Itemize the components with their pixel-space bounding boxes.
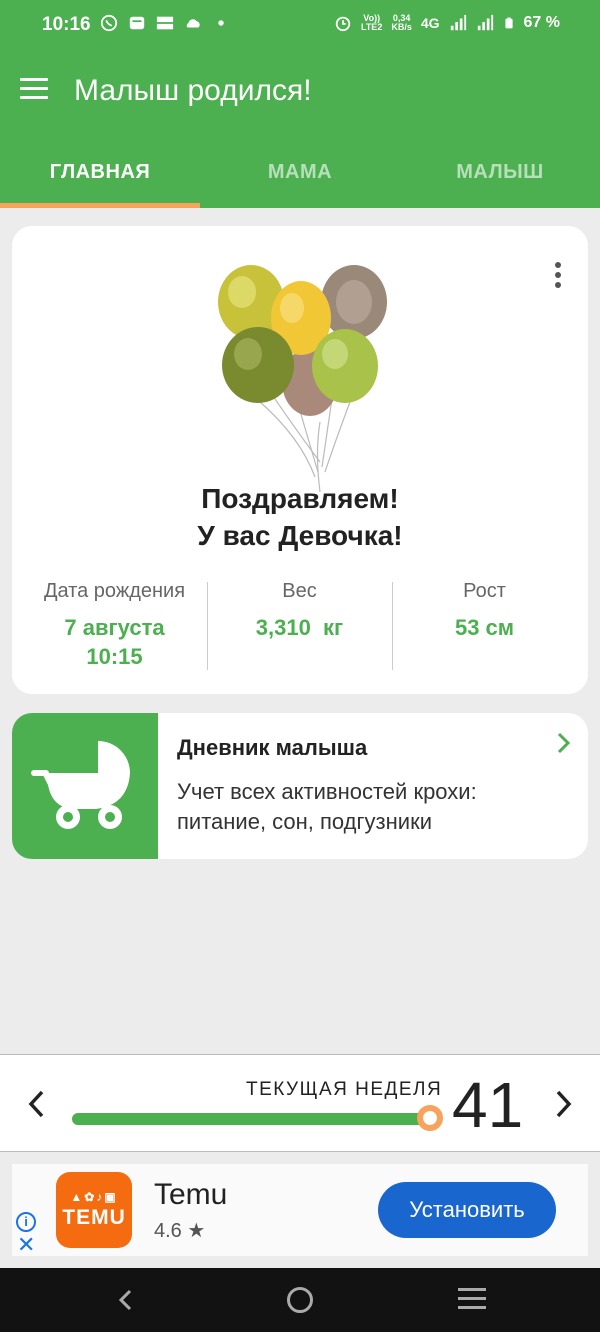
tab-main[interactable]: ГЛАВНАЯ bbox=[0, 136, 200, 208]
signal-icon bbox=[450, 14, 466, 31]
more-vert-icon[interactable] bbox=[550, 262, 566, 290]
week-number: 41 bbox=[452, 1069, 524, 1141]
temu-logo-glyphs: ▲✿♪▣ bbox=[70, 1190, 118, 1204]
diary-icon-box bbox=[12, 713, 158, 859]
congrats-line-2: У вас Девочка! bbox=[197, 520, 403, 551]
current-week-bar: ТЕКУЩАЯ НЕДЕЛЯ 41 bbox=[0, 1054, 600, 1152]
nav-home-icon[interactable] bbox=[287, 1287, 313, 1313]
tab-baby[interactable]: МАЛЫШ bbox=[400, 136, 600, 208]
stat-weight: Вес 3,310 кг bbox=[207, 580, 392, 671]
nav-back-icon[interactable] bbox=[114, 1288, 138, 1312]
stat-birth-date: Дата рождения 7 августа 10:15 bbox=[22, 580, 207, 671]
diary-description: Учет всех активностей крохи: питание, со… bbox=[177, 779, 477, 834]
network-type: 4G bbox=[420, 15, 440, 31]
stat-height: Рост 53 см bbox=[392, 580, 577, 671]
alarm-icon bbox=[335, 16, 351, 32]
stroller-icon bbox=[31, 741, 130, 829]
week-progress-knob[interactable] bbox=[417, 1105, 444, 1131]
stat-label: Дата рождения bbox=[43, 580, 186, 602]
system-nav-bar bbox=[0, 1268, 600, 1332]
birth-stats: Дата рождения 7 августа 10:15 Вес 3,310 … bbox=[22, 580, 578, 671]
congrats-text: Поздравляем! У вас Девочка! bbox=[12, 480, 588, 554]
tab-mom[interactable]: МАМА bbox=[200, 136, 400, 208]
volte-bottom: LTE2 bbox=[360, 22, 383, 32]
network-speed-unit: KB/s bbox=[391, 22, 412, 32]
volte-indicator: Vo)) LTE2 bbox=[361, 14, 382, 32]
mail-icon bbox=[129, 16, 145, 30]
status-bar: 10:16 Vo)) LTE2 0,34 KB/s 4G 67 % bbox=[0, 0, 600, 52]
chevron-right-icon[interactable] bbox=[550, 1087, 576, 1121]
congrats-line-1: Поздравляем! bbox=[201, 483, 399, 514]
app-bar: Малыш родился! bbox=[0, 52, 600, 136]
info-icon[interactable]: i bbox=[16, 1212, 36, 1232]
week-progress-track bbox=[72, 1113, 434, 1125]
whatsapp-icon bbox=[100, 14, 118, 32]
temu-logo[interactable]: ▲✿♪▣ TEMU bbox=[56, 1172, 132, 1248]
stat-label: Рост bbox=[463, 580, 506, 602]
cloud-icon bbox=[186, 19, 200, 28]
battery-icon bbox=[504, 17, 513, 29]
stat-value: 3,310 кг bbox=[255, 615, 344, 640]
chevron-right-icon bbox=[557, 732, 571, 754]
ad-rating: 4.6 ★ bbox=[154, 1220, 206, 1242]
status-time: 10:16 bbox=[42, 14, 91, 35]
balloons-image bbox=[218, 265, 387, 493]
dot-icon bbox=[218, 20, 224, 26]
birth-date-value: 7 августа bbox=[64, 615, 165, 640]
close-icon[interactable]: ✕ bbox=[17, 1234, 35, 1256]
week-label: ТЕКУЩАЯ НЕДЕЛЯ bbox=[246, 1079, 443, 1100]
system-icons: Vo)) LTE2 0,34 KB/s 4G 67 % bbox=[334, 14, 560, 32]
temu-logo-text: TEMU bbox=[62, 1206, 126, 1229]
battery-level: 67 % bbox=[523, 14, 560, 31]
tab-bar: ГЛАВНАЯ МАМА МАЛЫШ bbox=[0, 136, 600, 208]
menu-icon[interactable] bbox=[20, 78, 54, 106]
app-title: Малыш родился! bbox=[74, 74, 312, 107]
diary-title: Дневник малыша bbox=[177, 735, 368, 760]
birth-time-value: 10:15 bbox=[86, 644, 143, 669]
momlife-icon bbox=[156, 16, 174, 30]
stat-value: 7 августа 10:15 bbox=[22, 613, 207, 671]
network-speed: 0,34 KB/s bbox=[391, 14, 412, 32]
ad-app-name[interactable]: Temu bbox=[154, 1178, 227, 1212]
stat-value: 53 см bbox=[454, 615, 515, 640]
stat-label: Вес bbox=[282, 580, 317, 602]
notification-icons bbox=[100, 14, 230, 32]
install-button[interactable]: Установить bbox=[378, 1182, 556, 1238]
ad-banner: i ✕ ▲✿♪▣ TEMU Temu 4.6 ★ Установить bbox=[12, 1164, 588, 1256]
signal-icon-2 bbox=[477, 14, 493, 31]
week-progress-fill bbox=[72, 1113, 431, 1125]
nav-recents-icon[interactable] bbox=[458, 1288, 486, 1312]
birth-card: Поздравляем! У вас Девочка! Дата рождени… bbox=[12, 226, 588, 694]
baby-diary-card[interactable]: Дневник малыша Учет всех активностей кро… bbox=[12, 713, 588, 859]
chevron-left-icon[interactable] bbox=[24, 1087, 50, 1121]
